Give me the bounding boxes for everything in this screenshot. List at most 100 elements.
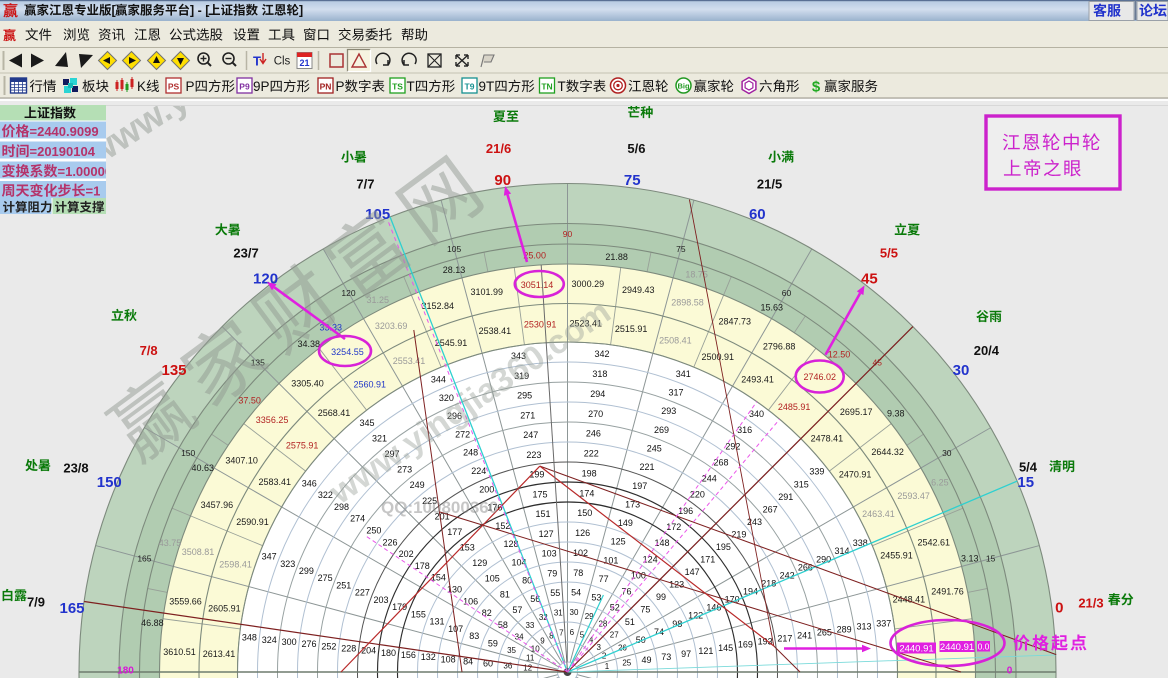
svg-text:121: 121 xyxy=(698,646,713,656)
svg-text:295: 295 xyxy=(517,391,532,401)
svg-text:344: 344 xyxy=(431,374,446,384)
svg-text:2560.91: 2560.91 xyxy=(354,380,387,390)
svg-text:244: 244 xyxy=(702,474,717,484)
svg-text:246: 246 xyxy=(586,429,601,439)
svg-text:318: 318 xyxy=(592,369,607,379)
svg-text:0: 0 xyxy=(1055,599,1063,616)
svg-text:105: 105 xyxy=(447,244,461,254)
svg-text:3457.96: 3457.96 xyxy=(201,500,234,510)
svg-text:292: 292 xyxy=(725,441,740,451)
svg-text:11: 11 xyxy=(526,653,535,662)
svg-text:106: 106 xyxy=(463,596,478,606)
svg-text:339: 339 xyxy=(809,467,824,477)
svg-text:2485.91: 2485.91 xyxy=(778,402,811,412)
svg-text:3: 3 xyxy=(596,643,601,652)
svg-text:9.38: 9.38 xyxy=(887,408,905,418)
svg-text:155: 155 xyxy=(411,609,426,619)
svg-text:25: 25 xyxy=(622,659,631,668)
svg-text:313: 313 xyxy=(856,621,871,631)
svg-text:75: 75 xyxy=(676,244,686,254)
svg-text:20/4: 20/4 xyxy=(974,343,1000,358)
svg-text:151: 151 xyxy=(536,509,551,519)
svg-text:28: 28 xyxy=(598,619,607,628)
svg-text:PS: PS xyxy=(168,82,180,92)
svg-text:2605.91: 2605.91 xyxy=(208,604,241,614)
svg-text:127: 127 xyxy=(539,529,554,539)
svg-text:7/8: 7/8 xyxy=(140,343,158,358)
svg-text:148: 148 xyxy=(654,538,669,548)
svg-text:314: 314 xyxy=(834,546,849,556)
svg-text:202: 202 xyxy=(399,549,414,559)
svg-text:220: 220 xyxy=(690,490,705,500)
svg-text:2568.41: 2568.41 xyxy=(318,408,351,418)
svg-text:82: 82 xyxy=(482,608,492,618)
svg-text:132: 132 xyxy=(421,652,436,662)
svg-text:267: 267 xyxy=(763,504,778,514)
svg-text:2746.02: 2746.02 xyxy=(804,372,837,382)
svg-text:129: 129 xyxy=(472,558,487,568)
svg-text:219: 219 xyxy=(731,529,746,539)
svg-text:90: 90 xyxy=(563,229,573,239)
svg-text:43.75: 43.75 xyxy=(159,538,182,548)
svg-text:251: 251 xyxy=(336,580,351,590)
svg-text:3.13: 3.13 xyxy=(961,554,979,564)
svg-text:49: 49 xyxy=(642,655,652,665)
svg-text:T: T xyxy=(558,79,566,94)
svg-text:33: 33 xyxy=(525,621,534,630)
svg-text:2491.76: 2491.76 xyxy=(931,586,964,596)
svg-text:149: 149 xyxy=(618,518,633,528)
svg-text:2470.91: 2470.91 xyxy=(839,470,872,480)
svg-text:3610.51: 3610.51 xyxy=(163,647,196,657)
svg-text:3000.29: 3000.29 xyxy=(572,279,605,289)
svg-text:40.63: 40.63 xyxy=(192,463,215,473)
svg-text:250: 250 xyxy=(366,525,381,535)
svg-text:30: 30 xyxy=(953,362,970,379)
svg-text:130: 130 xyxy=(447,585,462,595)
svg-text:291: 291 xyxy=(778,492,793,502)
svg-text:TS: TS xyxy=(392,82,403,92)
svg-text:195: 195 xyxy=(716,542,731,552)
svg-text:2508.41: 2508.41 xyxy=(659,335,692,345)
svg-text:227: 227 xyxy=(355,588,370,598)
svg-text:178: 178 xyxy=(415,561,430,571)
svg-text:2538.41: 2538.41 xyxy=(479,326,512,336)
svg-text:9P: 9P xyxy=(253,79,270,94)
svg-text:12.50: 12.50 xyxy=(828,349,851,359)
svg-text:99: 99 xyxy=(656,592,666,602)
svg-text:150: 150 xyxy=(577,508,592,518)
svg-text:37.50: 37.50 xyxy=(238,396,261,406)
svg-text:21/3: 21/3 xyxy=(1078,596,1103,611)
svg-text:3356.25: 3356.25 xyxy=(256,415,289,425)
svg-text:2949.43: 2949.43 xyxy=(622,285,655,295)
svg-text:23/8: 23/8 xyxy=(63,461,88,476)
svg-text:323: 323 xyxy=(280,559,295,569)
svg-text:T: T xyxy=(407,79,415,94)
svg-text:90: 90 xyxy=(494,172,511,189)
svg-text:197: 197 xyxy=(632,481,647,491)
svg-text:101: 101 xyxy=(603,555,618,565)
svg-text:45: 45 xyxy=(861,271,878,288)
svg-text:245: 245 xyxy=(647,443,662,453)
svg-text:274: 274 xyxy=(350,514,365,524)
svg-text:3203.69: 3203.69 xyxy=(375,321,408,331)
svg-text:3254.55: 3254.55 xyxy=(331,347,364,357)
svg-text:51: 51 xyxy=(625,617,635,627)
svg-text:15.63: 15.63 xyxy=(760,303,783,313)
svg-text:171: 171 xyxy=(700,554,715,564)
svg-text:224: 224 xyxy=(471,466,486,476)
svg-text:177: 177 xyxy=(447,527,462,537)
svg-text:=1: =1 xyxy=(86,184,101,199)
svg-text:2463.41: 2463.41 xyxy=(862,509,895,519)
svg-text:241: 241 xyxy=(797,631,812,641)
svg-text:289: 289 xyxy=(837,624,852,634)
svg-text:P9: P9 xyxy=(239,82,250,92)
svg-text:=20190104: =20190104 xyxy=(30,144,96,159)
svg-text:275: 275 xyxy=(318,573,333,583)
svg-text:270: 270 xyxy=(588,409,603,419)
svg-text:2796.88: 2796.88 xyxy=(763,341,796,351)
svg-text:2575.91: 2575.91 xyxy=(286,441,319,451)
svg-text:2598.41: 2598.41 xyxy=(219,559,252,569)
svg-text:147: 147 xyxy=(685,567,700,577)
svg-text:249: 249 xyxy=(410,480,425,490)
svg-text:317: 317 xyxy=(668,388,683,398)
